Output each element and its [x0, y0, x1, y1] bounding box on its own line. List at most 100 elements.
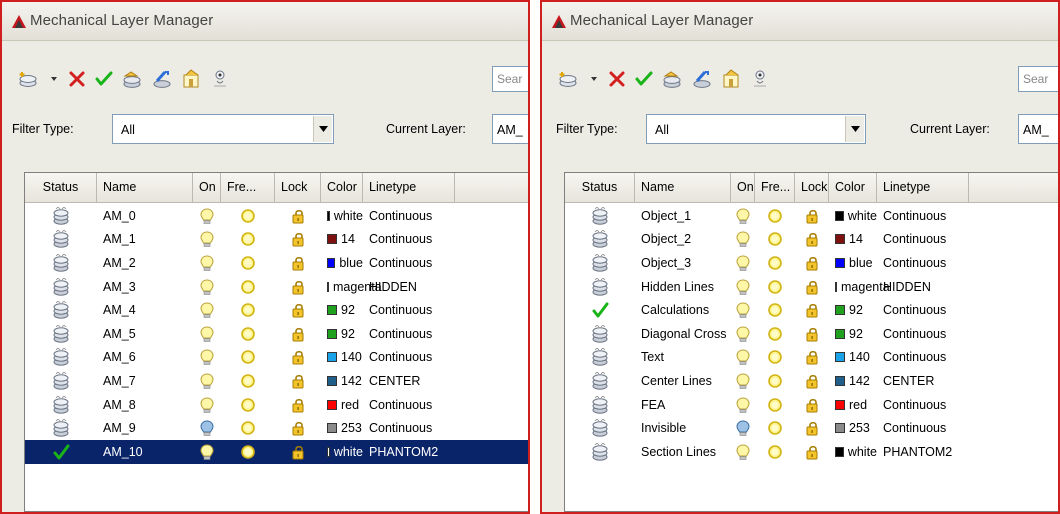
- color-cell[interactable]: 14: [321, 228, 363, 252]
- lock-open-icon[interactable]: [805, 397, 819, 413]
- column-header-on[interactable]: On: [731, 173, 755, 202]
- lightbulb-on-icon[interactable]: [200, 231, 214, 248]
- table-row[interactable]: Invisible 253 Continuous: [565, 416, 1058, 440]
- lock-open-icon[interactable]: [291, 373, 305, 389]
- table-row[interactable]: AM_6 140 Continuous: [25, 346, 528, 370]
- sun-thawed-icon[interactable]: [767, 326, 783, 342]
- chevron-down-icon[interactable]: [845, 116, 864, 142]
- layer-name[interactable]: Object_1: [635, 204, 731, 228]
- table-row[interactable]: Object_3 blue Continuous: [565, 251, 1058, 275]
- layer-name[interactable]: AM_8: [97, 393, 193, 417]
- linetype-cell[interactable]: Continuous: [877, 298, 969, 322]
- set-current-button[interactable]: [94, 68, 114, 90]
- lightbulb-on-icon[interactable]: [736, 349, 750, 366]
- layer-name[interactable]: Object_3: [635, 251, 731, 275]
- lightbulb-on-icon[interactable]: [200, 326, 214, 342]
- delete-layer-icon[interactable]: [68, 70, 86, 88]
- linetype-cell[interactable]: Continuous: [363, 416, 455, 440]
- table-row[interactable]: AM_3 magenta HIDDEN: [25, 275, 528, 299]
- layer-name[interactable]: AM_7: [97, 369, 193, 393]
- color-cell[interactable]: 140: [829, 346, 877, 370]
- set-current-icon[interactable]: [95, 70, 113, 88]
- lock-open-icon[interactable]: [291, 302, 305, 318]
- sun-thawed-icon[interactable]: [240, 279, 256, 295]
- linetype-cell[interactable]: HIDDEN: [363, 275, 455, 299]
- color-cell[interactable]: 14: [829, 228, 877, 252]
- layer-name[interactable]: AM_6: [97, 346, 193, 370]
- chevron-down-icon[interactable]: [313, 116, 332, 142]
- linetype-cell[interactable]: Continuous: [363, 204, 455, 228]
- linetype-cell[interactable]: Continuous: [363, 322, 455, 346]
- layer-name[interactable]: Text: [635, 346, 731, 370]
- isolate-layer-button[interactable]: [720, 68, 744, 90]
- lightbulb-on-icon[interactable]: [200, 373, 214, 389]
- color-cell[interactable]: red: [829, 393, 877, 417]
- column-header-lock[interactable]: Lock: [275, 173, 321, 202]
- linetype-cell[interactable]: Continuous: [363, 228, 455, 252]
- column-header-lock[interactable]: Lock: [795, 173, 829, 202]
- lock-open-icon[interactable]: [805, 279, 819, 295]
- new-layer-button[interactable]: [554, 68, 582, 90]
- color-cell[interactable]: 92: [321, 322, 363, 346]
- new-layer-button[interactable]: [14, 68, 42, 90]
- lightbulb-on-icon[interactable]: [736, 326, 750, 342]
- linetype-cell[interactable]: Continuous: [363, 298, 455, 322]
- lock-open-icon[interactable]: [805, 444, 819, 460]
- lock-open-icon[interactable]: [291, 397, 305, 413]
- isolate-layer-icon[interactable]: [721, 69, 743, 89]
- table-row[interactable]: AM_0 white Continuous: [25, 204, 528, 228]
- color-cell[interactable]: 92: [829, 298, 877, 322]
- filter-type-dropdown[interactable]: All: [646, 114, 866, 144]
- color-cell[interactable]: white: [321, 204, 363, 228]
- lightbulb-on-icon[interactable]: [200, 302, 214, 318]
- sun-thawed-icon[interactable]: [240, 444, 256, 460]
- layer-name[interactable]: AM_1: [97, 228, 193, 252]
- layer-settings-button[interactable]: [150, 68, 174, 90]
- lightbulb-on-icon[interactable]: [736, 279, 750, 295]
- color-cell[interactable]: white: [829, 440, 877, 464]
- color-cell[interactable]: magenta: [321, 275, 382, 299]
- delete-layer-button[interactable]: [66, 68, 88, 90]
- linetype-cell[interactable]: PHANTOM2: [877, 440, 969, 464]
- delete-layer-icon[interactable]: [608, 70, 626, 88]
- lock-open-icon[interactable]: [805, 302, 819, 318]
- color-cell[interactable]: blue: [321, 251, 363, 275]
- lightbulb-on-icon[interactable]: [736, 255, 750, 271]
- set-current-button[interactable]: [634, 68, 654, 90]
- sun-thawed-icon[interactable]: [240, 302, 256, 318]
- layer-name[interactable]: AM_0: [97, 204, 193, 228]
- lightbulb-on-icon[interactable]: [200, 397, 214, 413]
- column-header-name[interactable]: Name: [635, 173, 731, 202]
- linetype-cell[interactable]: Continuous: [363, 346, 455, 370]
- linetype-cell[interactable]: Continuous: [877, 416, 969, 440]
- color-cell[interactable]: white: [829, 204, 877, 228]
- layer-settings-icon[interactable]: [691, 70, 713, 89]
- search-input[interactable]: Sear: [1018, 66, 1058, 92]
- sun-thawed-icon[interactable]: [767, 208, 783, 224]
- column-header-status[interactable]: Status: [25, 173, 97, 202]
- layer-walk-button[interactable]: [210, 68, 232, 90]
- linetype-cell[interactable]: Continuous: [877, 393, 969, 417]
- sun-thawed-icon[interactable]: [240, 373, 256, 389]
- dropdown-arrow-button[interactable]: [48, 68, 60, 90]
- color-cell[interactable]: blue: [829, 251, 877, 275]
- layer-states-button[interactable]: [660, 68, 684, 90]
- layer-states-icon[interactable]: [661, 70, 683, 89]
- lock-open-icon[interactable]: [291, 444, 305, 460]
- layer-name[interactable]: AM_3: [97, 275, 193, 299]
- sun-thawed-icon[interactable]: [767, 302, 783, 318]
- table-row[interactable]: FEA red Continuous: [565, 393, 1058, 417]
- layer-name[interactable]: Hidden Lines: [635, 275, 731, 299]
- linetype-cell[interactable]: Continuous: [877, 251, 969, 275]
- table-row[interactable]: AM_4 92 Continuous: [25, 298, 528, 322]
- column-header-color[interactable]: Color: [829, 173, 877, 202]
- color-cell[interactable]: 142: [321, 369, 363, 393]
- table-row[interactable]: Center Lines 142 CENTER: [565, 369, 1058, 393]
- column-header-linetype[interactable]: Linetype: [363, 173, 455, 202]
- linetype-cell[interactable]: Continuous: [363, 251, 455, 275]
- table-row[interactable]: Section Lines white PHANTOM2: [565, 440, 1058, 464]
- lightbulb-off-icon[interactable]: [200, 420, 214, 436]
- lock-open-icon[interactable]: [805, 255, 819, 271]
- isolate-layer-icon[interactable]: [181, 69, 203, 89]
- sun-thawed-icon[interactable]: [767, 349, 783, 365]
